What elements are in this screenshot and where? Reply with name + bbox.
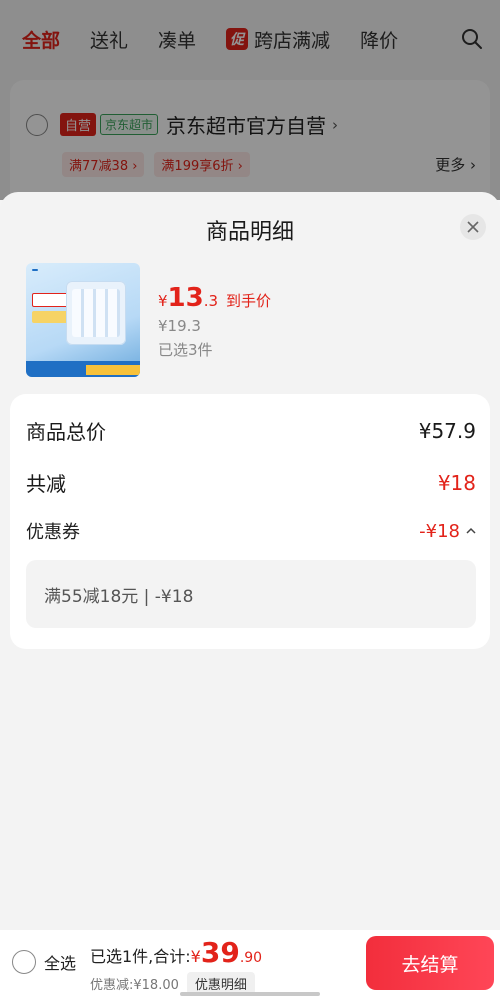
product-image-box xyxy=(66,281,126,345)
discount-text: 优惠减:¥18.00 xyxy=(90,978,179,993)
total-prefix: 已选1件,合计: xyxy=(90,947,191,966)
total-price-label: 商品总价 xyxy=(26,420,106,444)
total-integer: 39 xyxy=(200,936,240,969)
product-image-label xyxy=(32,293,68,307)
home-indicator xyxy=(180,992,320,996)
close-icon xyxy=(467,221,479,233)
product-detail-sheet: 商品明细 ¥ 13 .3 到手价 ¥19.3 已选3件 商品总价 ¥57.9 共… xyxy=(0,192,500,930)
total-price: ¥ 39 .90 xyxy=(191,936,262,969)
price-tag: 到手价 xyxy=(226,292,272,310)
total-reduce-value: ¥18 xyxy=(437,470,476,495)
product-thumbnail[interactable] xyxy=(26,263,140,377)
price-detail-card: 商品总价 ¥57.9 共减 ¥18 优惠券 -¥18 满55减18元 | -¥1… xyxy=(10,394,490,649)
product-image-strip xyxy=(86,365,140,375)
price-decimal: .3 xyxy=(203,292,219,310)
product-info: ¥ 13 .3 到手价 ¥19.3 已选3件 xyxy=(158,263,271,378)
select-all-checkbox[interactable] xyxy=(12,950,36,974)
total-decimal: .90 xyxy=(239,950,263,966)
sheet-title: 商品明细 xyxy=(205,220,294,245)
price-integer: 13 xyxy=(167,283,204,313)
checkout-bar: 全选 已选1件,合计: ¥ 39 .90 优惠减:¥18.00 优惠明细 去结算 xyxy=(0,930,500,997)
product-row[interactable]: ¥ 13 .3 到手价 ¥19.3 已选3件 xyxy=(26,263,271,378)
coupon-amount: -¥18 xyxy=(419,520,460,542)
final-price: ¥ 13 .3 到手价 xyxy=(158,283,271,313)
total-reduce-row: 共减 ¥18 xyxy=(26,468,476,497)
total-reduce-label: 共减 xyxy=(26,472,66,496)
total-line: 已选1件,合计: ¥ 39 .90 xyxy=(90,936,262,969)
brand-logo xyxy=(32,269,38,271)
checkout-button[interactable]: 去结算 xyxy=(366,936,494,990)
select-all[interactable]: 全选 xyxy=(12,950,76,974)
product-image-label xyxy=(32,311,68,323)
coupon-item: 满55减18元 | -¥18 xyxy=(26,560,476,628)
chevron-up-icon xyxy=(466,527,476,534)
total-price-row: 商品总价 ¥57.9 xyxy=(26,416,476,445)
select-all-label: 全选 xyxy=(44,954,77,973)
original-price: ¥19.3 xyxy=(158,317,201,335)
currency-symbol: ¥ xyxy=(190,947,201,966)
sheet-header: 商品明细 xyxy=(0,192,500,264)
coupon-value[interactable]: -¥18 xyxy=(419,521,476,542)
close-button[interactable] xyxy=(460,214,486,240)
coupon-label: 优惠券 xyxy=(26,522,80,543)
total-price-value: ¥57.9 xyxy=(418,418,476,443)
coupon-row[interactable]: 优惠券 -¥18 xyxy=(26,518,476,544)
dim-overlay[interactable] xyxy=(0,0,500,200)
currency-symbol: ¥ xyxy=(158,292,168,310)
selected-count: 已选3件 xyxy=(158,341,213,359)
